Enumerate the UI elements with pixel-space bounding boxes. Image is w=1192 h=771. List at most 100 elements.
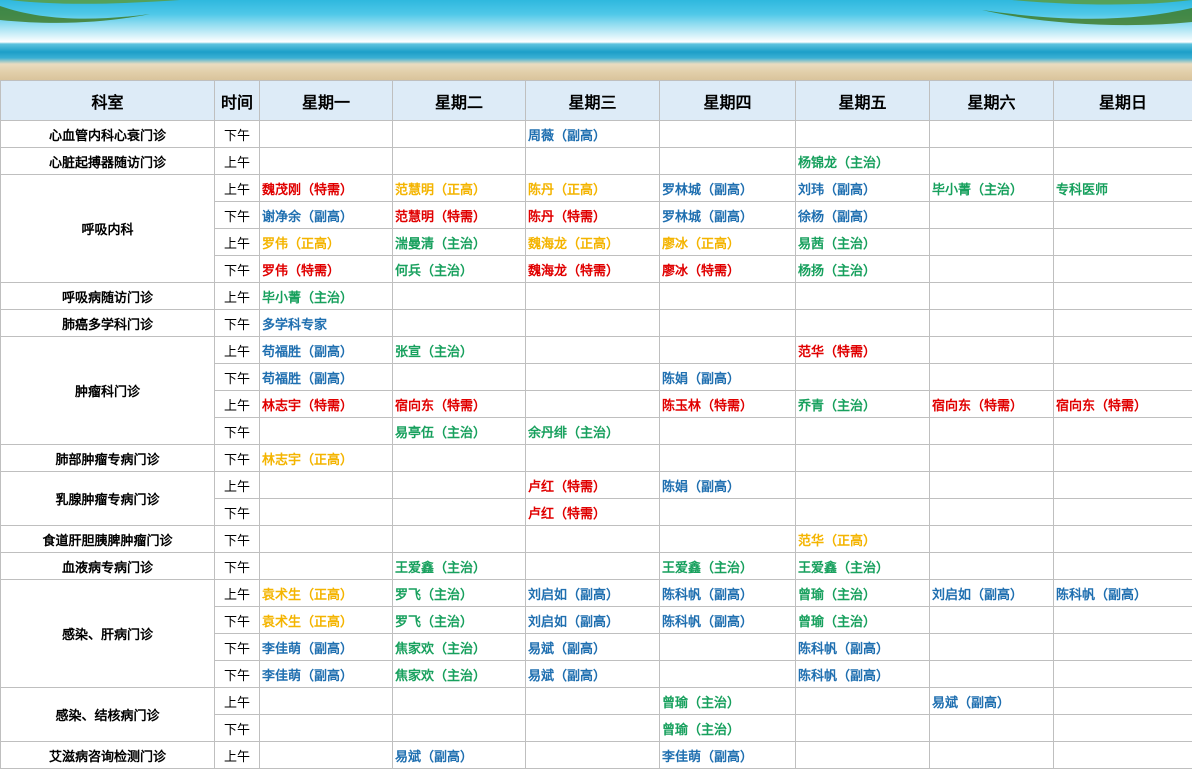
- doctor-cell: 易斌（副高）: [392, 741, 526, 769]
- doctor-cell: [525, 687, 660, 715]
- doctor-cell: 专科医师: [1053, 174, 1192, 202]
- department-name: 食道肝胆胰脾肿瘤门诊: [0, 525, 215, 553]
- department-name: 乳腺肿瘤专病门诊: [0, 471, 215, 526]
- doctor-cell: [1053, 228, 1192, 256]
- doctor-cell: [929, 606, 1054, 634]
- doctor-cell: [1053, 687, 1192, 715]
- doctor-cell: [1053, 660, 1192, 688]
- doctor-cell: [1053, 201, 1192, 229]
- header-saturday: 星期六: [929, 80, 1054, 121]
- doctor-cell: 李佳萌（副高）: [259, 633, 393, 661]
- doctor-cell: 王爱鑫（主治）: [795, 552, 930, 580]
- doctor-cell: [659, 633, 796, 661]
- table-row: 心血管内科心衰门诊 下午 周薇（副高）: [0, 120, 1192, 148]
- doctor-cell: [659, 417, 796, 445]
- session-time: 上午: [214, 282, 260, 310]
- doctor-cell: [659, 336, 796, 364]
- doctor-cell: [929, 255, 1054, 283]
- doctor-cell: 易茜（主治）: [795, 228, 930, 256]
- session-time: 下午: [214, 363, 260, 391]
- table-row: 感染、肝病门诊 上午 袁术生（正高） 罗飞（主治） 刘启如（副高） 陈科帆（副高） 曾瑜（主…: [0, 579, 1192, 688]
- doctor-cell: 罗林城（副高）: [659, 201, 796, 229]
- department-name: 肿瘤科门诊: [0, 336, 215, 445]
- doctor-cell: [392, 363, 526, 391]
- doctor-cell: 陈科帆（副高）: [795, 660, 930, 688]
- doctor-cell: [929, 741, 1054, 769]
- doctor-cell: 苟福胜（副高）: [259, 363, 393, 391]
- doctor-cell: 魏海龙（特需）: [525, 255, 660, 283]
- session-time: 下午: [214, 552, 260, 580]
- doctor-cell: [1053, 363, 1192, 391]
- doctor-cell: 罗飞（主治）: [392, 579, 526, 607]
- doctor-cell: 魏茂刚（特需）: [259, 174, 393, 202]
- doctor-cell: [795, 309, 930, 337]
- doctor-cell: 林志宇（正高）: [259, 444, 393, 472]
- doctor-cell: [392, 714, 526, 742]
- department-name: 感染、结核病门诊: [0, 687, 215, 742]
- doctor-cell: 袁术生（正高）: [259, 606, 393, 634]
- table-row: 血液病专病门诊 下午 王爱鑫（主治） 王爱鑫（主治） 王爱鑫（主治）: [0, 552, 1192, 580]
- table-row: 乳腺肿瘤专病门诊 上午 卢红（特需） 陈娟（副高）: [0, 471, 1192, 526]
- doctor-cell: 罗飞（主治）: [392, 606, 526, 634]
- doctor-cell: 陈科帆（副高）: [1053, 579, 1192, 607]
- doctor-cell: 罗林城（副高）: [659, 174, 796, 202]
- doctor-cell: 廖冰（正高）: [659, 228, 796, 256]
- doctor-cell: 曾瑜（主治）: [659, 714, 796, 742]
- clinic-schedule-table: 科室 时间 星期一 星期二 星期三 星期四 星期五 星期六 星期日 心血管内科心…: [0, 80, 1192, 769]
- session-time: 上午: [214, 579, 260, 607]
- doctor-cell: 焦家欢（主治）: [392, 633, 526, 661]
- doctor-cell: 廖冰（特需）: [659, 255, 796, 283]
- doctor-cell: [659, 444, 796, 472]
- doctor-cell: [795, 714, 930, 742]
- doctor-cell: 范慧明（正高）: [392, 174, 526, 202]
- doctor-cell: [1053, 471, 1192, 499]
- doctor-cell: [392, 282, 526, 310]
- doctor-cell: [1053, 255, 1192, 283]
- doctor-cell: [259, 741, 393, 769]
- doctor-cell: [525, 552, 660, 580]
- doctor-cell: [795, 741, 930, 769]
- session-time: 下午: [214, 120, 260, 148]
- doctor-cell: 范华（特需）: [795, 336, 930, 364]
- table-row: 食道肝胆胰脾肿瘤门诊 下午 范华（正高）: [0, 525, 1192, 553]
- doctor-cell: [1053, 741, 1192, 769]
- doctor-cell: [659, 120, 796, 148]
- doctor-cell: 易亭伍（主治）: [392, 417, 526, 445]
- doctor-cell: 刘启如（副高）: [525, 579, 660, 607]
- table-row: 肿瘤科门诊 上午 苟福胜（副高） 张宣（主治） 范华（特需）: [0, 336, 1192, 445]
- doctor-cell: [259, 120, 393, 148]
- doctor-cell: [259, 147, 393, 175]
- doctor-cell: [795, 687, 930, 715]
- doctor-cell: [392, 147, 526, 175]
- session-time: 上午: [214, 147, 260, 175]
- doctor-cell: [929, 201, 1054, 229]
- doctor-cell: 范慧明（特需）: [392, 201, 526, 229]
- doctor-cell: [525, 363, 660, 391]
- doctor-cell: [525, 525, 660, 553]
- doctor-cell: [1053, 120, 1192, 148]
- department-name: 心脏起搏器随访门诊: [0, 147, 215, 175]
- doctor-cell: [1053, 417, 1192, 445]
- doctor-cell: 余丹绯（主治）: [525, 417, 660, 445]
- doctor-cell: [659, 282, 796, 310]
- doctor-cell: 卢红（特需）: [525, 498, 660, 526]
- doctor-cell: [795, 120, 930, 148]
- department-name: 心血管内科心衰门诊: [0, 120, 215, 148]
- doctor-cell: [929, 471, 1054, 499]
- department-name: 呼吸内科: [0, 174, 215, 283]
- doctor-cell: [795, 282, 930, 310]
- doctor-cell: 陈丹（正高）: [525, 174, 660, 202]
- doctor-cell: 湍曼清（主治）: [392, 228, 526, 256]
- doctor-cell: 张宣（主治）: [392, 336, 526, 364]
- session-time: 下午: [214, 417, 260, 445]
- header-wednesday: 星期三: [525, 80, 660, 121]
- session-time: 下午: [214, 309, 260, 337]
- session-time: 下午: [214, 633, 260, 661]
- doctor-cell: 罗伟（正高）: [259, 228, 393, 256]
- doctor-cell: [929, 444, 1054, 472]
- doctor-cell: 徐杨（副高）: [795, 201, 930, 229]
- doctor-cell: [392, 120, 526, 148]
- beach-banner: [0, 0, 1192, 80]
- doctor-cell: 卢红（特需）: [525, 471, 660, 499]
- table-row: 呼吸内科 上午 魏茂刚（特需） 范慧明（正高） 陈丹（正高） 罗林城（副高） 刘玮（副高）毕…: [0, 174, 1192, 283]
